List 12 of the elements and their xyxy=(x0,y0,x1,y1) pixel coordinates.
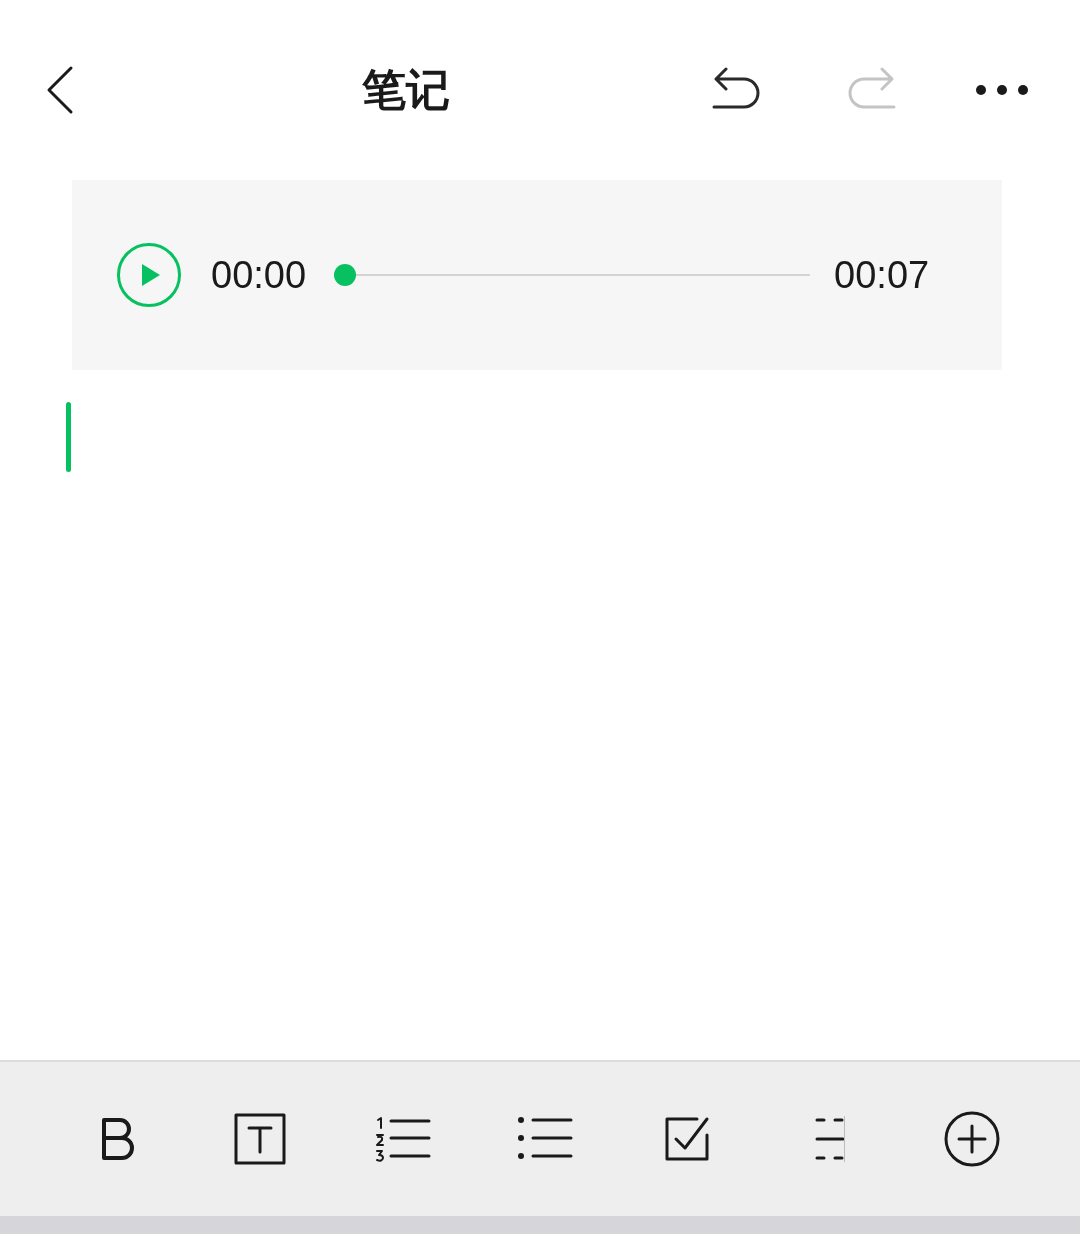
checkbox-icon xyxy=(663,1115,712,1163)
progress-track[interactable] xyxy=(334,263,811,287)
play-icon xyxy=(141,264,161,286)
divider-icon xyxy=(814,1116,845,1162)
numbered-list-icon xyxy=(374,1115,431,1163)
text-box-icon xyxy=(234,1113,287,1165)
elapsed-time: 00:00 xyxy=(211,252,307,298)
page-title: 笔记 xyxy=(362,63,450,117)
add-icon xyxy=(942,1110,1001,1168)
back-icon xyxy=(45,65,75,115)
progress-thumb[interactable] xyxy=(334,264,357,286)
total-time: 00:07 xyxy=(834,252,930,298)
